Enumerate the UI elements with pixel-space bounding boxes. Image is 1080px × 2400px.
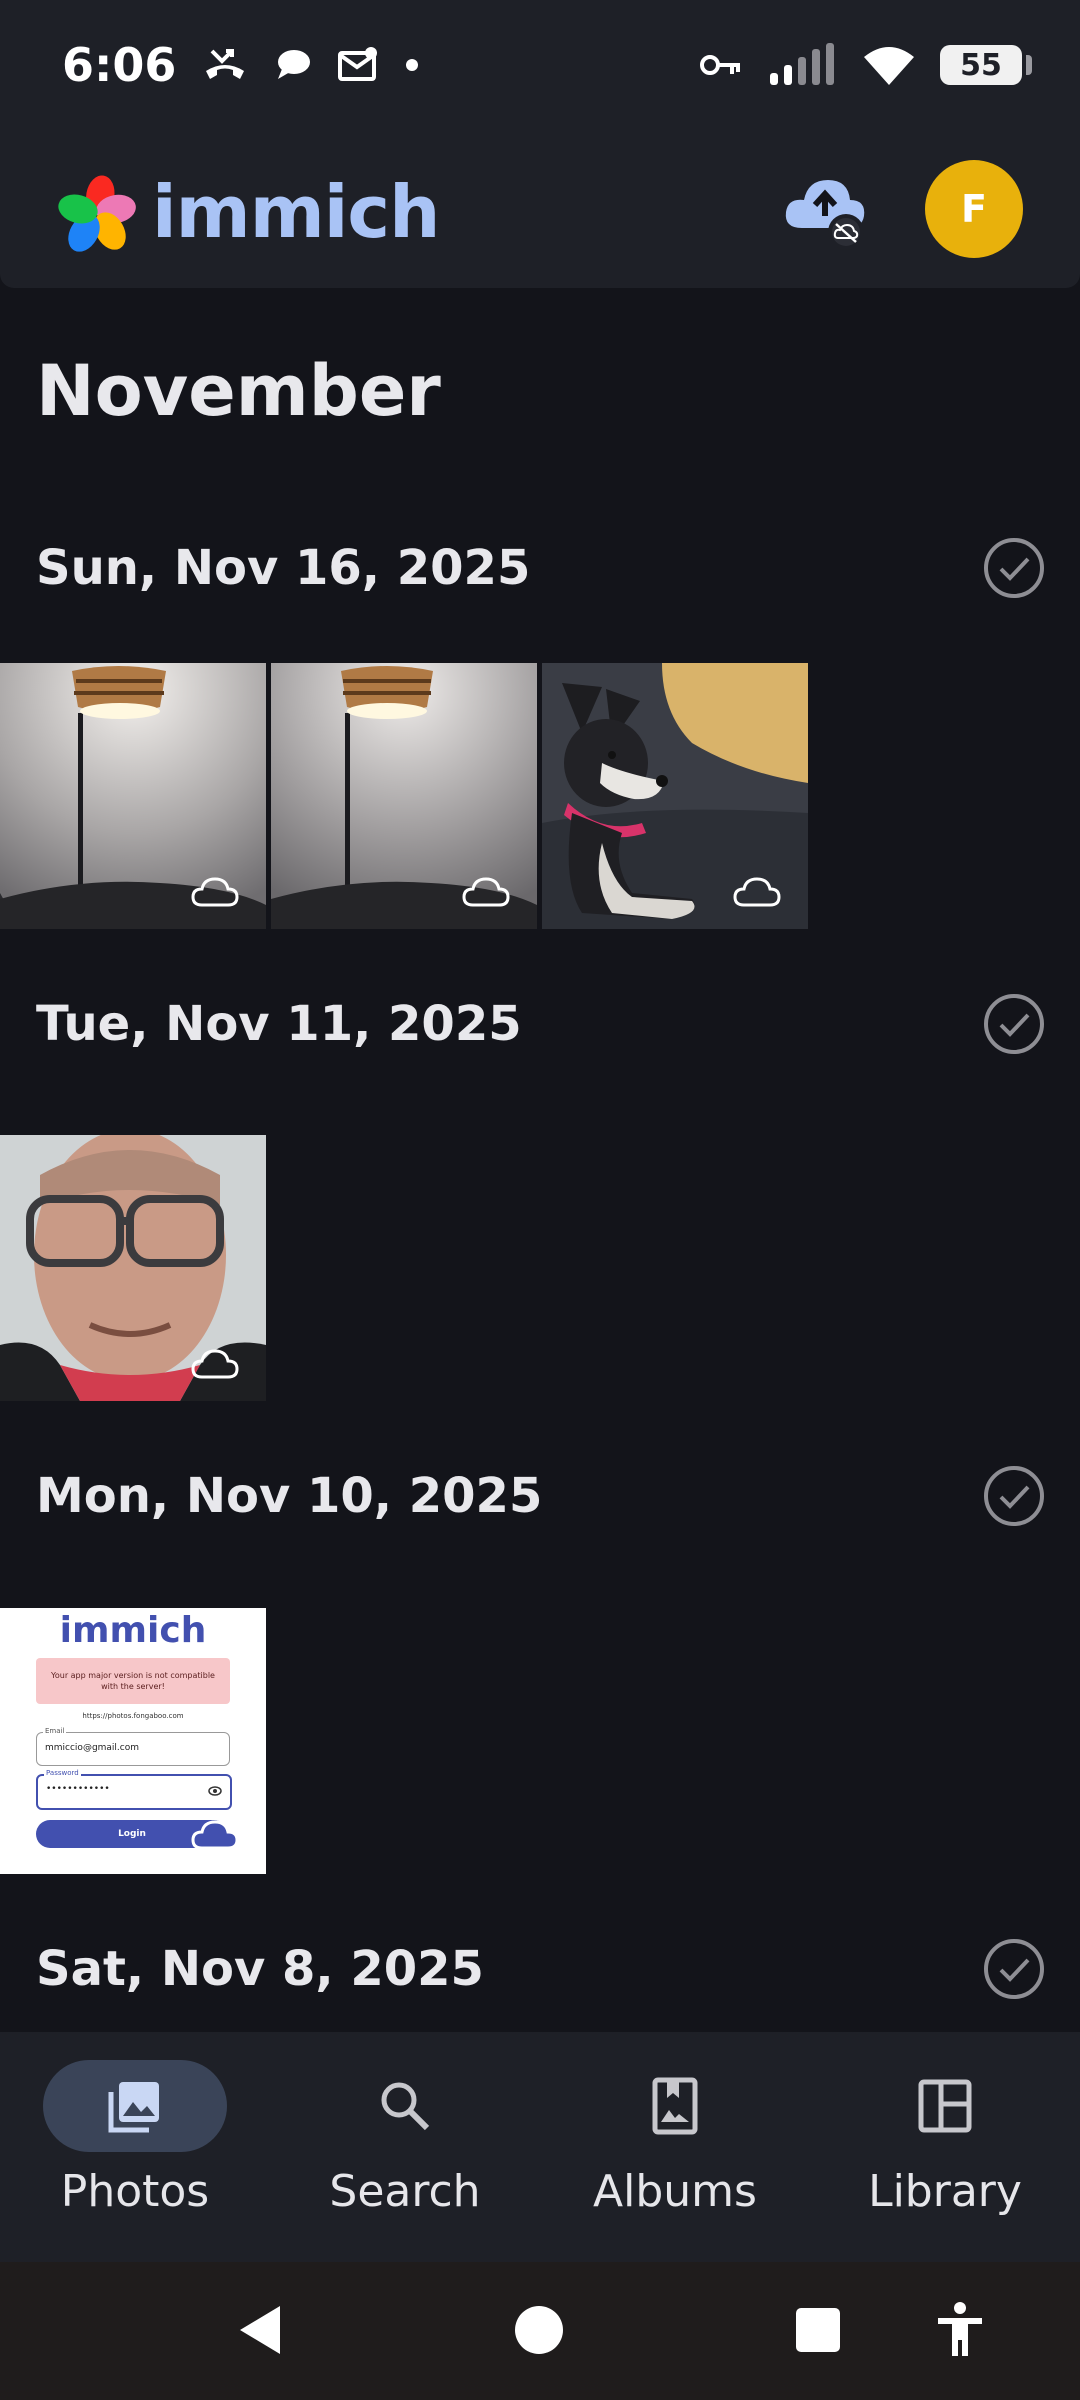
screenshot-error-box: Your app major version is not compatible… <box>36 1658 230 1704</box>
cloud-icon <box>191 1349 239 1379</box>
screenshot-password-label: Password <box>44 1769 81 1777</box>
photo-thumbnail[interactable] <box>271 663 537 929</box>
bottom-navigation: Photos Search Albums Library <box>0 2032 1080 2262</box>
date-label: Tue, Nov 11, 2025 <box>36 996 522 1052</box>
select-all-check-icon[interactable] <box>982 1937 1046 2001</box>
notification-icons <box>202 45 422 85</box>
date-group-header: Sat, Nov 8, 2025 <box>36 1929 1046 2009</box>
nav-search[interactable]: Search <box>270 2060 540 2240</box>
mail-icon <box>338 47 378 81</box>
status-time: 6:06 <box>62 38 177 92</box>
missed-call-icon <box>206 49 245 79</box>
screenshot-login-label: Login <box>118 1829 146 1839</box>
cloud-backup-button[interactable] <box>782 172 868 252</box>
user-avatar[interactable]: F <box>925 160 1023 258</box>
photos-icon <box>108 2082 159 2133</box>
chat-bubble-icon <box>278 50 311 79</box>
date-group-header: Sun, Nov 16, 2025 <box>36 528 1046 608</box>
search-icon <box>381 2082 430 2131</box>
app-name: immich <box>152 170 440 254</box>
nav-photos-label: Photos <box>60 2166 210 2217</box>
recents-icon[interactable] <box>788 2300 848 2360</box>
nav-albums-indicator <box>583 2060 767 2152</box>
nav-albums[interactable]: Albums <box>540 2060 810 2240</box>
screenshot-logo-text: immich <box>59 1610 207 1651</box>
accessibility-icon[interactable] <box>930 2300 990 2360</box>
system-navigation-bar <box>0 2262 1080 2400</box>
nav-library-indicator <box>853 2060 1037 2152</box>
cloud-icon <box>191 877 239 907</box>
photo-thumbnail[interactable] <box>0 663 266 929</box>
date-group-header: Tue, Nov 11, 2025 <box>36 984 1046 1064</box>
date-label: Sat, Nov 8, 2025 <box>36 1941 484 1997</box>
dot-icon <box>406 59 419 71</box>
cloud-icon <box>462 877 510 907</box>
signal-icon <box>770 43 834 85</box>
date-label: Sun, Nov 16, 2025 <box>36 540 531 596</box>
screenshot-email-label: Email <box>43 1727 67 1735</box>
nav-search-indicator <box>313 2060 497 2152</box>
avatar-letter: F <box>961 187 987 231</box>
nav-library[interactable]: Library <box>810 2060 1080 2240</box>
select-all-check-icon[interactable] <box>982 1464 1046 1528</box>
nav-photos[interactable]: Photos <box>0 2060 270 2240</box>
nav-search-label: Search <box>329 2166 481 2217</box>
status-bar: 6:06 55 <box>0 0 1080 130</box>
month-title: November <box>36 350 441 432</box>
wifi-icon <box>864 47 914 85</box>
nav-albums-label: Albums <box>593 2166 757 2217</box>
select-all-check-icon[interactable] <box>982 992 1046 1056</box>
cloud-icon <box>191 1820 239 1850</box>
photo-thumbnail[interactable]: immich Your app major version is not com… <box>0 1608 266 1874</box>
photo-thumbnail[interactable] <box>542 663 808 929</box>
vpn-key-icon <box>700 55 740 75</box>
system-status-icons: 55 <box>700 43 1032 87</box>
library-icon <box>918 2079 972 2133</box>
photo-thumbnail[interactable] <box>0 1135 266 1401</box>
app-header: immich F <box>0 130 1080 288</box>
back-icon[interactable] <box>232 2300 292 2360</box>
screenshot-email-value: mmiccio@gmail.com <box>45 1743 140 1753</box>
immich-logo-icon <box>58 175 136 252</box>
screenshot-password-value: •••••••••••• <box>46 1784 110 1794</box>
select-all-check-icon[interactable] <box>982 536 1046 600</box>
albums-icon <box>652 2077 698 2135</box>
home-icon[interactable] <box>509 2300 569 2360</box>
date-group-header: Mon, Nov 10, 2025 <box>36 1456 1046 1536</box>
battery-icon: 55 <box>940 45 1032 85</box>
screenshot-password-field: Password •••••••••••• <box>36 1769 232 1810</box>
screenshot-email-field: Email mmiccio@gmail.com <box>36 1727 230 1766</box>
battery-level: 55 <box>960 47 1002 83</box>
nav-library-label: Library <box>868 2166 1022 2217</box>
screenshot-server-url: https://photos.fongaboo.com <box>82 1712 184 1720</box>
screenshot-error-text: Your app major version is not compatible… <box>51 1671 215 1691</box>
eye-icon <box>208 1786 222 1796</box>
cloud-icon <box>733 877 781 907</box>
nav-photos-indicator <box>43 2060 227 2152</box>
date-label: Mon, Nov 10, 2025 <box>36 1468 543 1524</box>
